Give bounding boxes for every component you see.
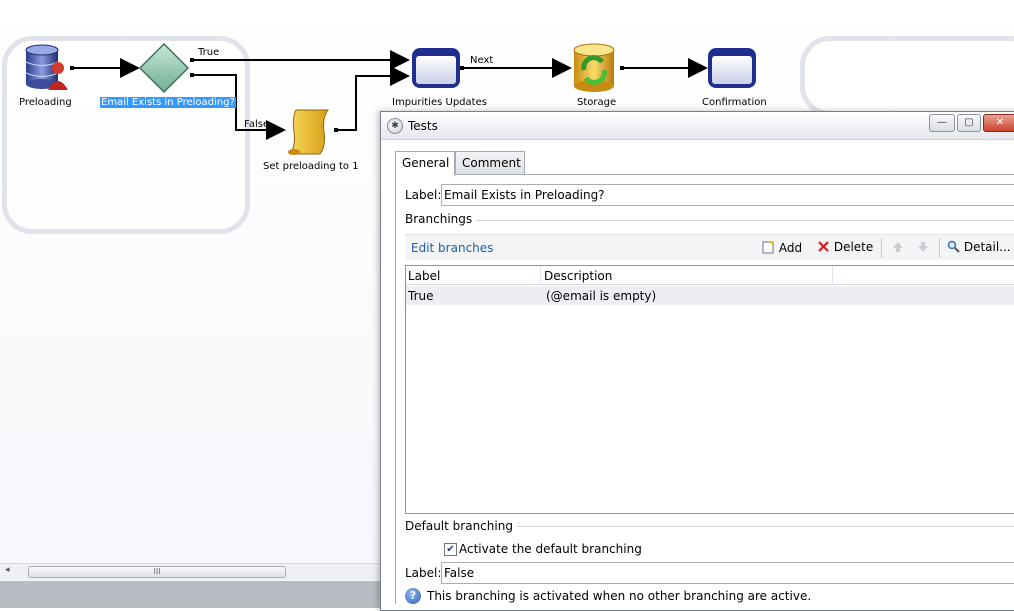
script-scroll-icon[interactable]: [284, 106, 334, 158]
add-document-icon: [762, 240, 774, 254]
arrow-down-icon: [918, 242, 928, 252]
storage-database-icon[interactable]: [570, 42, 620, 94]
delete-x-icon: [818, 241, 829, 252]
toolbar-separator: [881, 238, 882, 258]
update-window-icon[interactable]: [410, 46, 462, 90]
move-up-button[interactable]: [891, 240, 905, 257]
transition-label-next: Next: [470, 55, 494, 66]
database-user-icon[interactable]: [22, 42, 70, 92]
table-header: Label Description: [406, 266, 1014, 285]
column-header-description[interactable]: Description: [544, 269, 612, 283]
canvas-horizontal-scrollbar[interactable]: ◂ III: [0, 563, 380, 580]
label-field-caption: Label:: [405, 188, 442, 202]
node-label-storage: Storage: [577, 97, 617, 108]
label-input[interactable]: Email Exists in Preloading?: [441, 184, 1014, 206]
default-branching-help-text: This branching is activated when no othe…: [427, 589, 812, 603]
delete-label: Delete: [833, 240, 874, 254]
delete-branch-button[interactable]: Delete: [817, 240, 873, 254]
branchings-title: Branchings: [405, 212, 477, 226]
tab-general[interactable]: General: [395, 151, 455, 176]
node-label-email-exists[interactable]: Email Exists in Preloading?: [100, 97, 236, 108]
default-branching-checkbox[interactable]: ✔: [444, 543, 457, 556]
tab-panel-border-left: [395, 174, 396, 604]
test-diamond-icon[interactable]: [138, 42, 190, 94]
toolbar-separator-2: [939, 238, 940, 258]
detail-label: Detail...: [963, 240, 1011, 254]
add-label: Add: [778, 241, 803, 255]
column-divider: [540, 266, 541, 285]
row-description-cell: (@email is empty): [546, 289, 657, 303]
tab-panel-border: [395, 174, 1014, 175]
confirmation-window-icon[interactable]: [706, 46, 758, 90]
tab-comment[interactable]: Comment: [455, 151, 525, 175]
branchings-rule: [405, 220, 1014, 221]
node-label-confirmation: Confirmation: [702, 97, 767, 108]
scrollbar-grip: III: [153, 567, 161, 576]
default-branching-title: Default branching: [405, 519, 517, 533]
add-branch-button[interactable]: Add: [761, 240, 802, 255]
scrollbar-thumb[interactable]: III: [28, 566, 286, 578]
tests-dialog: ✱ Tests — ▢ ✕ General Comment Label: Ema…: [380, 111, 1014, 611]
transition-label-true: True: [198, 47, 220, 58]
default-label-input[interactable]: False: [441, 562, 1014, 584]
move-down-button[interactable]: [916, 240, 930, 257]
dialog-titlebar[interactable]: ✱ Tests — ▢ ✕: [381, 112, 1014, 140]
detail-button[interactable]: Detail...: [947, 240, 1011, 254]
workflow-app-icon: ✱: [387, 118, 403, 134]
branchings-toolbar: Edit branches Add Delete Detail...: [405, 234, 1014, 260]
node-label-impurities: Impurities Updates: [392, 97, 487, 108]
dialog-title: Tests: [408, 119, 438, 133]
node-label-preloading: Preloading: [19, 97, 72, 108]
help-icon: ?: [405, 588, 421, 604]
default-branching-checkbox-label[interactable]: Activate the default branching: [459, 542, 642, 556]
magnifier-icon: [947, 240, 960, 253]
node-label-set-preloading: Set preloading to 1: [263, 161, 359, 172]
row-label-cell: True: [408, 289, 434, 303]
canvas-status-strip: [0, 581, 380, 608]
arrow-up-icon: [893, 242, 903, 252]
scroll-left-icon[interactable]: ◂: [5, 565, 10, 575]
maximize-button[interactable]: ▢: [957, 114, 981, 132]
edit-branches-link[interactable]: Edit branches: [411, 241, 493, 255]
default-label-caption: Label:: [405, 566, 442, 580]
branchings-table: Label Description True (@email is empty): [405, 265, 1014, 514]
transition-label-false: False: [244, 119, 270, 130]
table-row[interactable]: True (@email is empty): [406, 286, 1014, 305]
close-button[interactable]: ✕: [983, 114, 1014, 132]
minimize-button[interactable]: —: [929, 114, 955, 132]
column-divider: [832, 266, 833, 285]
column-header-label[interactable]: Label: [408, 269, 440, 283]
